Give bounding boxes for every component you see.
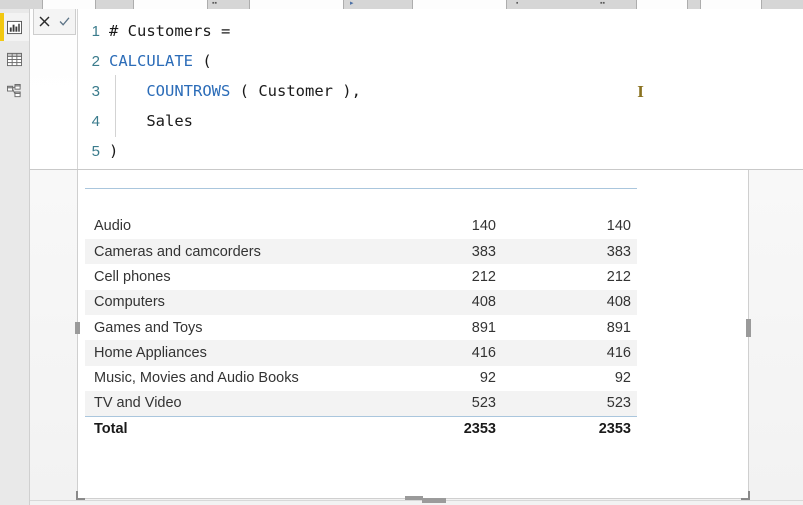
- ribbon-glyph-2: ▸: [350, 0, 354, 7]
- code-token: ): [109, 142, 119, 160]
- table-row[interactable]: Cell phones 212 212: [85, 264, 637, 289]
- table-row[interactable]: TV and Video 523 523: [85, 390, 637, 417]
- table-row[interactable]: Computers 408 408: [85, 289, 637, 315]
- code-token: Sales: [109, 112, 193, 130]
- sidebar-item-model-view[interactable]: [0, 77, 29, 105]
- total-label: Total: [85, 415, 367, 442]
- code-line-1[interactable]: 1 # Customers =: [78, 16, 231, 46]
- code-line-5[interactable]: 5): [78, 136, 119, 166]
- matrix-top-rule: [85, 187, 637, 214]
- table-total-row[interactable]: Total 2353 2353: [85, 415, 637, 442]
- line-number: 2: [91, 52, 100, 70]
- row-category: Cell phones: [94, 269, 171, 286]
- ribbon-glyph-3: ▪: [516, 0, 519, 7]
- total-value-2: 2353: [502, 415, 637, 442]
- row-value-2: 140: [606, 218, 631, 235]
- line-number: 5: [91, 142, 100, 160]
- dax-code-editor[interactable]: 1 # Customers = 2 CALCULATE ( 3 COUNTROWS …: [77, 9, 803, 169]
- report-canvas[interactable]: Audio 140 140 Cameras and camcorders 383…: [30, 9, 803, 505]
- view-mode-rail: [0, 9, 30, 505]
- code-token: (: [193, 52, 212, 70]
- line-number: 3: [91, 82, 100, 100]
- row-category: Computers: [85, 289, 367, 315]
- table-row[interactable]: Audio 140 140: [85, 214, 637, 239]
- matrix-table[interactable]: Audio 140 140 Cameras and camcorders 383…: [85, 187, 637, 442]
- row-value-1: 383: [367, 239, 502, 265]
- table-icon: [7, 52, 22, 66]
- ribbon-glyph-4: ▪▪: [600, 0, 605, 7]
- dax-formula-bar[interactable]: 1 # Customers = 2 CALCULATE ( 3 COUNTROWS …: [30, 9, 803, 170]
- row-value-2: 383: [502, 239, 637, 265]
- row-value-2: 523: [502, 390, 637, 417]
- bar-chart-icon: [7, 20, 22, 34]
- code-line-3[interactable]: 3 COUNTROWS ( Customer ),: [78, 76, 361, 106]
- page-bottom-rule: [30, 500, 803, 501]
- row-value-2: 891: [606, 319, 631, 336]
- row-category: Home Appliances: [85, 340, 367, 366]
- row-value-2: 408: [502, 289, 637, 315]
- row-value-1: 416: [367, 340, 502, 366]
- code-token: ( Customer ),: [230, 82, 361, 100]
- model-relationships-icon: [7, 83, 21, 97]
- row-value-1: 408: [367, 289, 502, 315]
- code-token-function: CALCULATE: [109, 52, 193, 70]
- row-category: Games and Toys: [94, 319, 203, 336]
- row-category: Cameras and camcorders: [85, 239, 367, 265]
- text-cursor-icon: I: [637, 82, 644, 101]
- row-value-1: 891: [471, 319, 496, 336]
- row-category: Audio: [94, 218, 132, 235]
- table-row[interactable]: Cameras and camcorders 383 383: [85, 239, 637, 265]
- resize-handle-bottom-left[interactable]: [76, 491, 85, 500]
- code-token-function: COUNTROWS: [146, 82, 231, 100]
- code-line-4[interactable]: 4 Sales: [78, 106, 193, 136]
- table-row[interactable]: Home Appliances 416 416: [85, 340, 637, 366]
- sidebar-item-report-view[interactable]: [0, 13, 29, 41]
- row-value-1: 92: [479, 370, 496, 387]
- page-resize-nub[interactable]: [422, 498, 446, 503]
- table-row[interactable]: Games and Toys 891 891: [85, 315, 637, 340]
- resize-handle-bottom-right[interactable]: [741, 491, 750, 500]
- row-value-1: 140: [471, 218, 496, 235]
- row-category: TV and Video: [85, 390, 367, 417]
- row-value-1: 212: [471, 269, 496, 286]
- code-token-indent: [109, 82, 146, 100]
- table-row[interactable]: Music, Movies and Audio Books 92 92: [85, 366, 637, 391]
- close-icon: [39, 16, 50, 27]
- code-line-2[interactable]: 2 CALCULATE (: [78, 46, 212, 76]
- sidebar-item-data-view[interactable]: [0, 45, 29, 73]
- row-value-2: 92: [614, 370, 631, 387]
- code-token: # Customers =: [109, 22, 231, 40]
- row-value-2: 416: [502, 340, 637, 366]
- total-value-1: 2353: [367, 415, 502, 442]
- matrix-visual[interactable]: Audio 140 140 Cameras and camcorders 383…: [75, 149, 751, 501]
- line-number: 1: [91, 22, 100, 40]
- row-value-2: 212: [606, 269, 631, 286]
- line-number: 4: [91, 112, 100, 130]
- formula-commit-group: [33, 9, 76, 35]
- resize-handle-right[interactable]: [746, 319, 751, 337]
- cancel-edit-button[interactable]: [36, 13, 53, 30]
- row-category: Music, Movies and Audio Books: [94, 370, 299, 387]
- resize-handle-left[interactable]: [75, 322, 80, 334]
- checkmark-icon: [59, 17, 70, 26]
- row-value-1: 523: [367, 390, 502, 417]
- ribbon-glyph-1: ▪▪: [212, 0, 217, 7]
- commit-edit-button[interactable]: [56, 13, 73, 30]
